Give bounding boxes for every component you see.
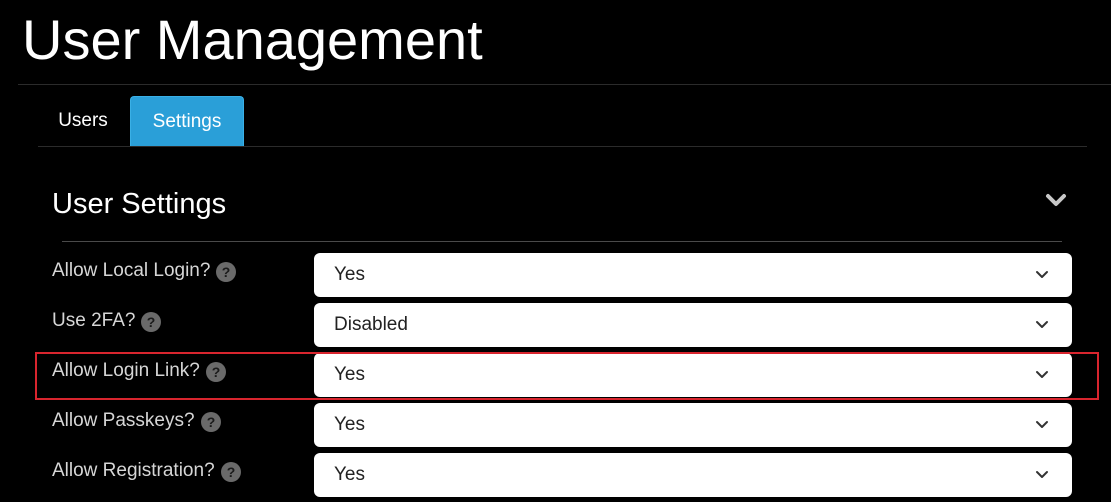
question-circle-icon[interactable]: ? — [205, 362, 226, 382]
setting-row-allow-registration: Allow Registration? ? Yes — [0, 453, 1111, 499]
tabs-divider — [38, 146, 1087, 147]
chevron-down-icon — [1036, 421, 1048, 428]
setting-label-text: Allow Local Login? — [52, 260, 211, 281]
allow-passkeys-select[interactable]: Yes — [314, 403, 1072, 447]
select-value: Yes — [334, 414, 365, 435]
svg-text:?: ? — [222, 264, 231, 280]
page-title: User Management — [22, 8, 483, 71]
question-circle-icon[interactable]: ? — [220, 462, 241, 482]
title-divider — [18, 84, 1111, 85]
select-value: Disabled — [334, 314, 408, 335]
setting-row-allow-login-link: Allow Login Link? ? Yes — [0, 353, 1111, 399]
allow-local-login-select[interactable]: Yes — [314, 253, 1072, 297]
allow-login-link-select[interactable]: Yes — [314, 353, 1072, 397]
setting-row-allow-local-login: Allow Local Login? ? Yes — [0, 253, 1111, 299]
use-2fa-select[interactable]: Disabled — [314, 303, 1072, 347]
svg-text:?: ? — [206, 414, 215, 430]
setting-label-text: Allow Registration? — [52, 460, 215, 481]
chevron-down-icon[interactable] — [1044, 190, 1068, 212]
setting-label-text: Allow Passkeys? — [52, 410, 195, 431]
setting-label: Allow Registration? ? — [52, 459, 241, 483]
chevron-down-icon — [1036, 321, 1048, 328]
svg-text:?: ? — [212, 364, 221, 380]
setting-label: Allow Local Login? ? — [52, 259, 237, 283]
section-divider — [62, 241, 1062, 242]
setting-row-use-2fa: Use 2FA? ? Disabled — [0, 303, 1111, 349]
select-value: Yes — [334, 464, 365, 485]
setting-label: Allow Passkeys? ? — [52, 409, 221, 433]
setting-label-text: Allow Login Link? — [52, 360, 200, 381]
tab-bar: Users Settings — [38, 96, 244, 146]
chevron-down-icon — [1036, 271, 1048, 278]
tab-settings[interactable]: Settings — [130, 96, 244, 146]
svg-text:?: ? — [226, 464, 235, 480]
question-circle-icon[interactable]: ? — [141, 312, 162, 332]
select-value: Yes — [334, 364, 365, 385]
setting-label: Allow Login Link? ? — [52, 359, 226, 383]
question-circle-icon[interactable]: ? — [200, 412, 221, 432]
setting-label: Use 2FA? ? — [52, 309, 162, 333]
allow-registration-select[interactable]: Yes — [314, 453, 1072, 497]
select-value: Yes — [334, 264, 365, 285]
section-title: User Settings — [52, 188, 227, 220]
chevron-down-icon — [1036, 471, 1048, 478]
setting-row-allow-passkeys: Allow Passkeys? ? Yes — [0, 403, 1111, 449]
setting-label-text: Use 2FA? — [52, 310, 136, 331]
tab-users[interactable]: Users — [38, 96, 128, 146]
svg-text:?: ? — [147, 314, 156, 330]
chevron-down-icon — [1036, 371, 1048, 378]
question-circle-icon[interactable]: ? — [216, 262, 237, 282]
